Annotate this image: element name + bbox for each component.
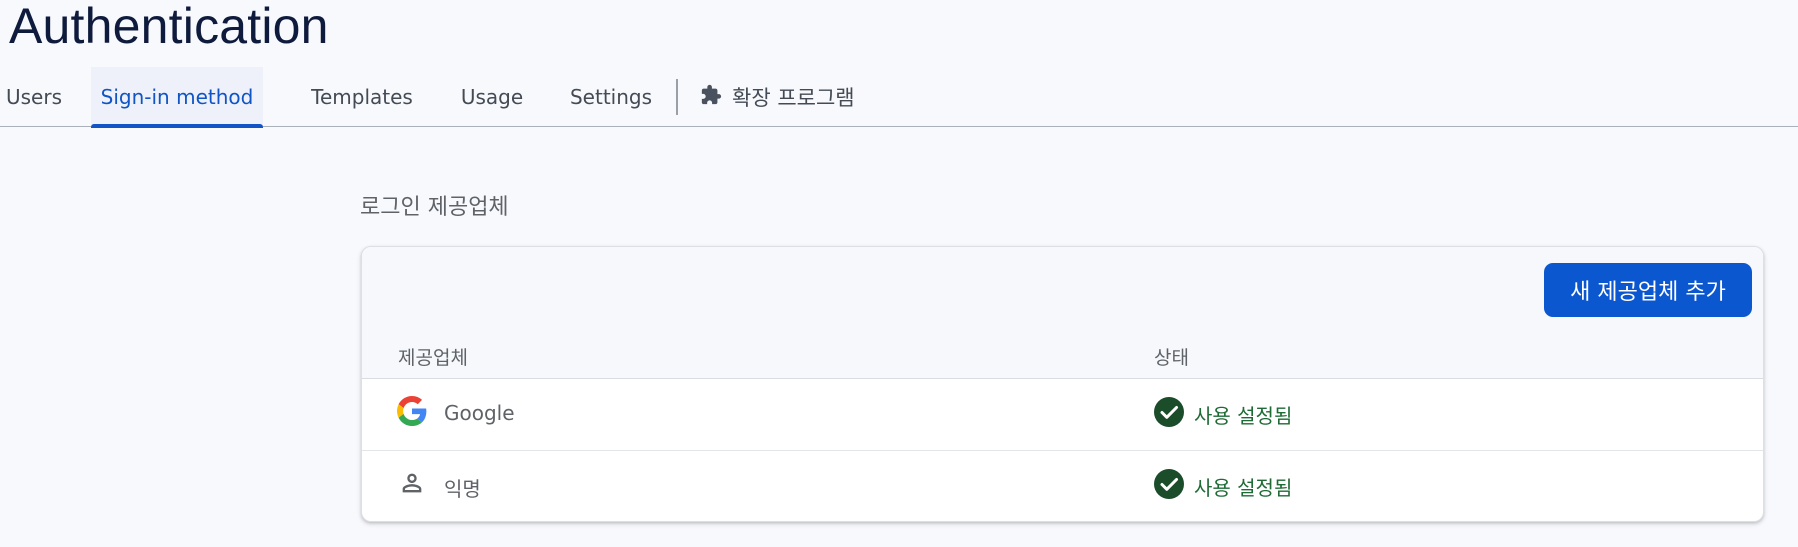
tab-divider xyxy=(676,79,678,115)
tab-users[interactable]: Users xyxy=(0,67,68,127)
google-logo-icon xyxy=(397,396,427,426)
column-header-status: 상태 xyxy=(1154,347,1189,369)
add-provider-button[interactable]: 새 제공업체 추가 xyxy=(1544,263,1752,317)
providers-card-header: 새 제공업체 추가 제공업체 상태 xyxy=(362,247,1763,379)
provider-name: Google xyxy=(444,401,515,425)
tab-usage[interactable]: Usage xyxy=(452,67,532,127)
check-circle-icon xyxy=(1154,397,1184,432)
check-circle-icon xyxy=(1154,469,1184,504)
table-row-anonymous[interactable]: 익명 사용 설정됨 xyxy=(362,450,1763,521)
tab-extensions-label: 확장 프로그램 xyxy=(732,86,855,110)
tab-extensions[interactable]: 확장 프로그램 xyxy=(700,67,855,127)
provider-status: 사용 설정됨 xyxy=(1154,397,1292,432)
tab-settings[interactable]: Settings xyxy=(565,67,657,127)
provider-name: 익명 xyxy=(444,477,481,501)
page-title: Authentication xyxy=(9,0,329,54)
tab-sign-in-method[interactable]: Sign-in method xyxy=(91,67,263,128)
table-row-google[interactable]: Google 사용 설정됨 xyxy=(362,379,1763,450)
section-title: 로그인 제공업체 xyxy=(360,195,509,220)
tab-bar: Users Sign-in method Templates Usage Set… xyxy=(0,67,1798,128)
tab-templates[interactable]: Templates xyxy=(303,67,421,127)
status-label: 사용 설정됨 xyxy=(1194,476,1293,500)
provider-status: 사용 설정됨 xyxy=(1154,469,1292,504)
person-icon xyxy=(397,468,427,498)
column-header-provider: 제공업체 xyxy=(398,347,468,369)
puzzle-icon xyxy=(700,84,722,111)
status-label: 사용 설정됨 xyxy=(1194,404,1293,428)
providers-card: 새 제공업체 추가 제공업체 상태 Google 사용 설정됨 익명 사용 설정… xyxy=(361,246,1764,522)
